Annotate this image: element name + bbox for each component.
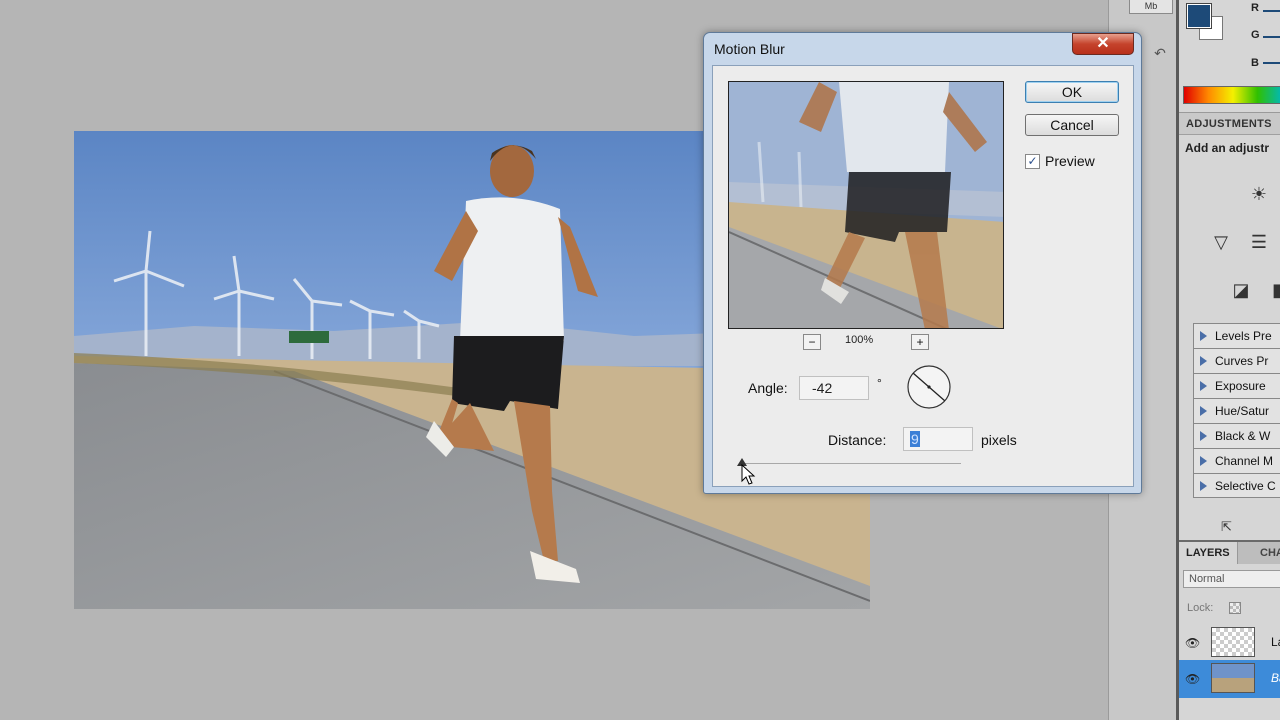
color-balance-icon[interactable]: ☰ bbox=[1245, 231, 1273, 253]
expand-triangle-icon bbox=[1200, 480, 1207, 491]
color-spectrum-bar[interactable] bbox=[1183, 86, 1280, 104]
preset-label: Exposure bbox=[1215, 379, 1266, 393]
zoom-in-button[interactable]: + bbox=[911, 334, 929, 350]
return-to-list-icon[interactable]: ⇱ bbox=[1221, 519, 1232, 535]
lock-label: Lock: bbox=[1187, 602, 1214, 614]
preview-checkbox[interactable]: ✓ bbox=[1025, 154, 1040, 169]
expand-triangle-icon bbox=[1200, 431, 1207, 441]
layer-thumbnail bbox=[1211, 663, 1255, 693]
preset-label: Curves Pr bbox=[1215, 354, 1269, 368]
channel-label-r: R bbox=[1251, 2, 1259, 14]
expand-triangle-icon bbox=[1200, 456, 1207, 466]
channel-slider-g[interactable] bbox=[1263, 36, 1280, 38]
channel-label-b: B bbox=[1251, 57, 1259, 69]
expand-triangle-icon bbox=[1200, 381, 1207, 391]
layers-panel: LAYERS CHA Normal Lock: 👁 La 👁 Ba bbox=[1179, 540, 1280, 720]
distance-value: 9 bbox=[910, 431, 920, 447]
adjustments-panel: ADJUSTMENTS Add an adjustr ☀ ▽ ☰ ◪ ▮ Lev… bbox=[1179, 112, 1280, 542]
close-button[interactable]: ✕ bbox=[1072, 33, 1134, 55]
layer-name: La bbox=[1271, 635, 1280, 649]
degree-symbol: ° bbox=[877, 376, 882, 390]
ok-button[interactable]: OK bbox=[1025, 81, 1119, 103]
lock-transparency-icon[interactable] bbox=[1229, 602, 1241, 614]
layer-row-selected[interactable]: 👁 Ba bbox=[1179, 660, 1280, 698]
preview-label: Preview bbox=[1045, 153, 1095, 169]
distance-input[interactable]: 9 bbox=[903, 427, 973, 451]
eye-icon[interactable]: 👁 bbox=[1185, 672, 1200, 686]
invert-icon[interactable]: ▮ bbox=[1263, 279, 1280, 301]
preset-channel-mixer[interactable]: Channel M bbox=[1193, 448, 1280, 473]
blend-mode-select[interactable]: Normal bbox=[1183, 570, 1280, 588]
expand-triangle-icon bbox=[1200, 356, 1207, 366]
distance-slider-track[interactable] bbox=[741, 463, 961, 464]
preset-selective-color[interactable]: Selective C bbox=[1193, 473, 1280, 498]
mouse-cursor-icon bbox=[741, 463, 757, 486]
adjustments-tab[interactable]: ADJUSTMENTS bbox=[1179, 113, 1280, 135]
brightness-icon[interactable]: ☀ bbox=[1245, 183, 1273, 205]
channel-mixer-icon[interactable]: ◪ bbox=[1227, 279, 1255, 301]
preset-hue-saturation[interactable]: Hue/Satur bbox=[1193, 398, 1280, 423]
filter-preview[interactable] bbox=[728, 81, 1004, 329]
adjustments-subtitle: Add an adjustr bbox=[1185, 141, 1270, 155]
expand-triangle-icon bbox=[1200, 406, 1207, 416]
motion-blur-dialog: Motion Blur ✕ − 100% + OK Cancel ✓ Previ… bbox=[703, 32, 1142, 494]
preset-label: Black & W bbox=[1215, 429, 1271, 443]
preset-label: Channel M bbox=[1215, 454, 1274, 468]
preset-label: Hue/Satur bbox=[1215, 404, 1270, 418]
distance-label: Distance: bbox=[828, 432, 887, 448]
tab-channels[interactable]: CHA bbox=[1253, 542, 1280, 564]
preset-exposure[interactable]: Exposure bbox=[1193, 373, 1280, 398]
top-strip-button[interactable]: Mb bbox=[1129, 0, 1173, 14]
layer-name: Ba bbox=[1271, 671, 1280, 685]
layer-row[interactable]: 👁 La bbox=[1179, 624, 1280, 662]
preset-label: Selective C bbox=[1215, 478, 1276, 493]
channel-label-g: G bbox=[1251, 29, 1260, 41]
foreground-color-swatch[interactable] bbox=[1186, 3, 1212, 29]
eye-icon[interactable]: 👁 bbox=[1185, 636, 1200, 650]
zoom-level: 100% bbox=[845, 334, 874, 346]
preset-label: Levels Pre bbox=[1215, 329, 1272, 343]
distance-unit: pixels bbox=[981, 432, 1017, 448]
angle-label: Angle: bbox=[748, 380, 788, 396]
color-panel: R G B bbox=[1179, 0, 1280, 112]
layer-thumbnail bbox=[1211, 627, 1255, 657]
tab-layers[interactable]: LAYERS bbox=[1179, 542, 1238, 564]
dialog-body: − 100% + OK Cancel ✓ Preview Angle: -42 … bbox=[712, 65, 1134, 487]
cancel-button[interactable]: Cancel bbox=[1025, 114, 1119, 136]
restore-arrow-icon[interactable]: ↶ bbox=[1149, 42, 1171, 64]
adjustment-presets-list: Levels Pre Curves Pr Exposure Hue/Satur … bbox=[1193, 323, 1280, 498]
right-panel: R G B ADJUSTMENTS Add an adjustr ☀ ▽ ☰ ◪… bbox=[1179, 0, 1280, 720]
angle-dial[interactable] bbox=[905, 364, 953, 410]
zoom-out-button[interactable]: − bbox=[803, 334, 821, 350]
channel-slider-r[interactable] bbox=[1263, 10, 1280, 12]
layers-tab-bar: LAYERS CHA bbox=[1179, 542, 1280, 564]
dialog-title: Motion Blur bbox=[714, 41, 785, 57]
preset-curves[interactable]: Curves Pr bbox=[1193, 348, 1280, 373]
expand-triangle-icon bbox=[1200, 331, 1207, 341]
preset-levels[interactable]: Levels Pre bbox=[1193, 323, 1280, 348]
angle-input[interactable]: -42 bbox=[799, 376, 869, 400]
vibrance-icon[interactable]: ▽ bbox=[1207, 231, 1235, 253]
channel-slider-b[interactable] bbox=[1263, 62, 1280, 64]
preset-black-white[interactable]: Black & W bbox=[1193, 423, 1280, 448]
